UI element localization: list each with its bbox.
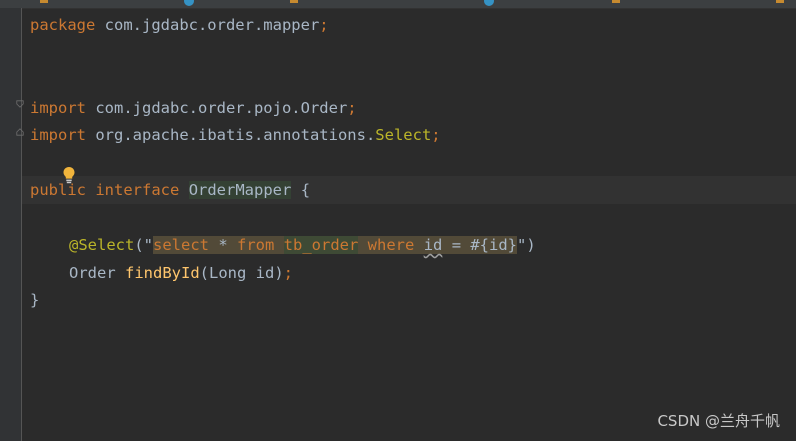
watermark-text: CSDN @兰舟千帆 xyxy=(657,412,780,430)
file-icon xyxy=(484,0,494,6)
code-line-import-order: import com.jgdabc.order.pojo.Order; xyxy=(30,95,357,121)
sql-star: * xyxy=(209,236,237,254)
tab-marker xyxy=(40,0,48,3)
interface-name[interactable]: OrderMapper xyxy=(188,181,292,199)
method-name: findById xyxy=(125,264,200,282)
tab-marker xyxy=(290,0,298,3)
code-line-annotation: @Select("select * from tb_order where id… xyxy=(69,232,536,258)
import-path: org.apache.ibatis.annotations. xyxy=(86,126,376,144)
paren-open: (" xyxy=(134,236,153,254)
semicolon: ; xyxy=(319,16,329,34)
code-editor[interactable]: package com.jgdabc.order.mapper; import … xyxy=(0,0,796,441)
tab-marker xyxy=(776,0,784,3)
return-type: Order xyxy=(69,264,116,282)
semicolon: ; xyxy=(283,264,294,282)
open-brace: { xyxy=(300,181,311,199)
sql-column-id: id xyxy=(423,236,443,254)
file-icon xyxy=(184,0,194,6)
tab-marker xyxy=(612,0,620,3)
sql-param: = #{id} xyxy=(442,236,518,254)
package-name: com.jgdabc.order.mapper xyxy=(95,16,320,34)
keyword-public: public xyxy=(30,181,86,199)
code-line-close: } xyxy=(30,287,39,313)
sql-keyword-where: where xyxy=(367,236,415,254)
semicolon: ; xyxy=(431,126,441,144)
editor-gutter[interactable] xyxy=(0,8,24,441)
method-params: (Long id) xyxy=(199,264,284,282)
code-line-package: package com.jgdabc.order.mapper; xyxy=(30,12,329,38)
close-brace: } xyxy=(30,291,40,309)
code-line-import-select: import org.apache.ibatis.annotations.Sel… xyxy=(30,122,441,148)
code-line-interface: public interface OrderMapper { xyxy=(30,177,310,203)
keyword-import: import xyxy=(30,99,86,117)
annotation-select: @Select xyxy=(69,236,135,254)
semicolon: ; xyxy=(347,99,357,117)
import-class-select: Select xyxy=(375,126,432,144)
code-area[interactable]: package com.jgdabc.order.mapper; import … xyxy=(22,8,796,441)
keyword-interface: interface xyxy=(95,181,180,199)
sql-table-name: tb_order xyxy=(283,236,359,254)
code-line-method: Order findById(Long id); xyxy=(69,260,293,286)
keyword-import: import xyxy=(30,126,86,144)
paren-close: ") xyxy=(517,236,536,254)
sql-keyword-from: from xyxy=(237,236,275,254)
import-path: com.jgdabc.order.pojo.Order xyxy=(86,99,348,117)
keyword-package: package xyxy=(30,16,96,34)
sql-keyword-select: select xyxy=(153,236,209,254)
